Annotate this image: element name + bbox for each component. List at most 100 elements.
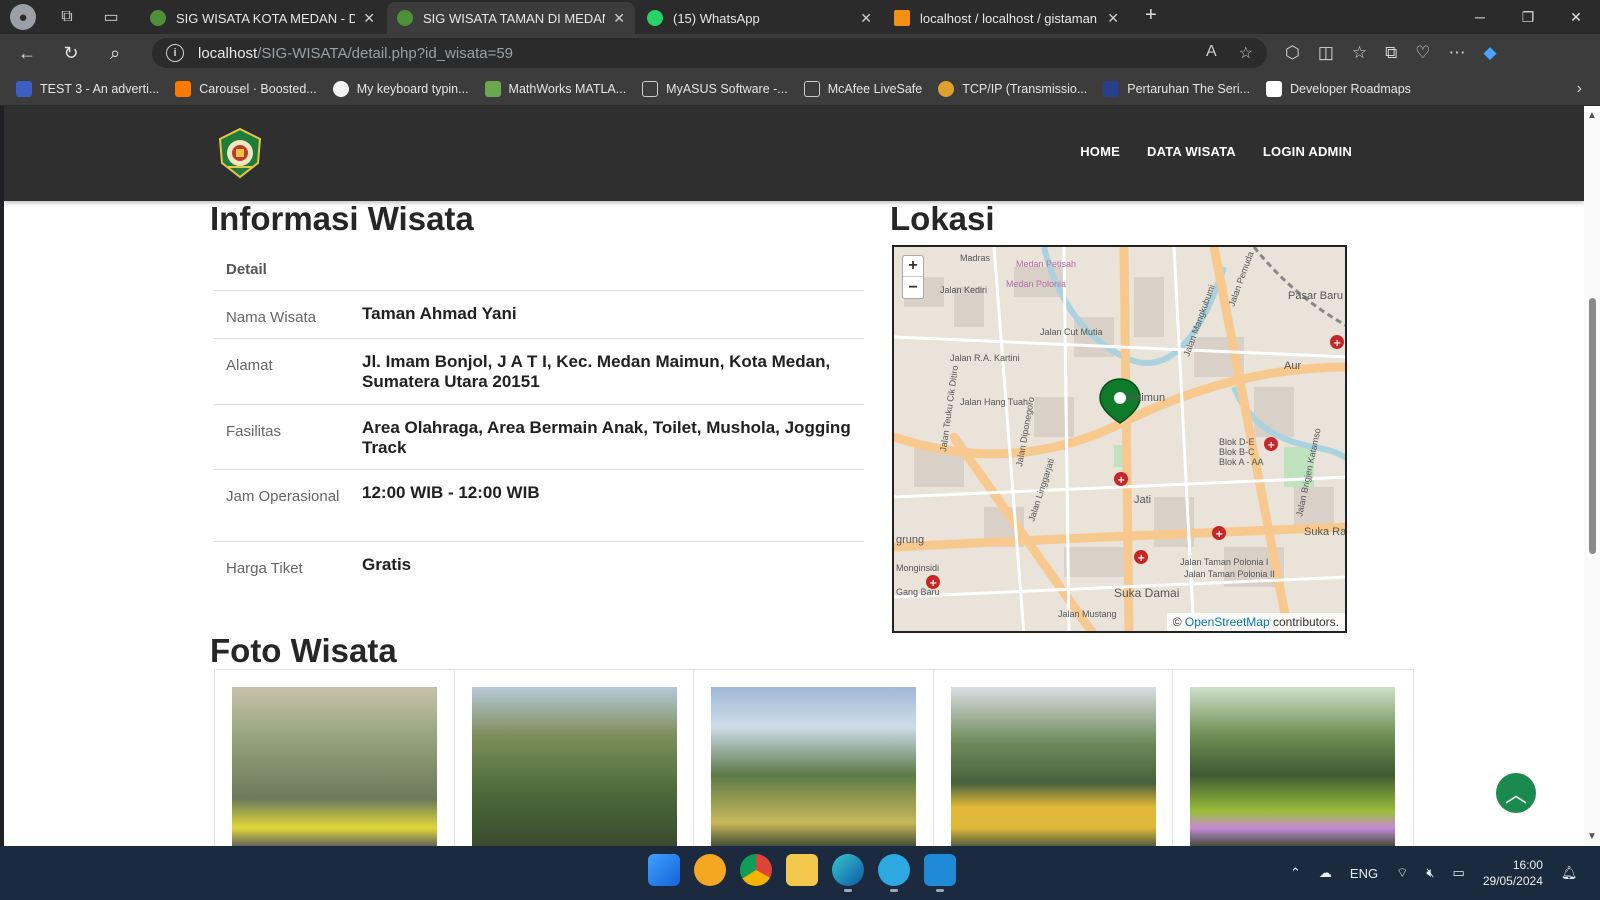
refresh-icon[interactable]: ↻: [54, 38, 88, 68]
bookmark-item[interactable]: Carousel · Boosted...: [175, 80, 317, 97]
photo-image[interactable]: [232, 687, 437, 846]
zoom-out-button[interactable]: −: [903, 277, 923, 298]
bookmark-item[interactable]: Developer Roadmaps: [1266, 80, 1411, 97]
copilot-app-icon[interactable]: [878, 854, 910, 892]
bookmark-label: Carousel · Boosted...: [199, 81, 317, 96]
language-indicator[interactable]: ENG: [1350, 866, 1378, 881]
copilot-icon[interactable]: ◆: [1484, 43, 1497, 63]
map-tiles[interactable]: + + + + + + Madras Jalan Kediri Jalan Cut Mu…: [894, 247, 1347, 633]
restore-icon[interactable]: ❐: [1504, 0, 1552, 34]
nav-login-admin-link[interactable]: LOGIN ADMIN: [1263, 144, 1352, 159]
vscode-icon[interactable]: [924, 854, 956, 892]
bookmark-icon: [175, 80, 192, 97]
bookmark-item[interactable]: TEST 3 - An adverti...: [16, 80, 159, 97]
back-to-top-button[interactable]: ︿: [1496, 773, 1536, 813]
favicon-icon: [397, 10, 413, 26]
favorite-star-icon[interactable]: ☆: [1239, 43, 1253, 63]
bookmark-item[interactable]: MathWorks MATLA...: [484, 80, 626, 97]
photo-image[interactable]: [471, 687, 677, 846]
site-header: HOME DATA WISATA LOGIN ADMIN: [4, 106, 1584, 201]
chevron-right-icon[interactable]: ›: [1577, 80, 1582, 98]
chevron-up-icon[interactable]: ⌃: [1290, 865, 1301, 881]
close-icon[interactable]: ✕: [613, 10, 625, 27]
search-icon[interactable]: ⌕: [98, 38, 132, 68]
map-label: Pasar Baru: [1288, 290, 1343, 302]
chrome-icon[interactable]: [740, 854, 772, 886]
address-bar[interactable]: i localhost/SIG-WISATA/detail.php?id_wis…: [152, 38, 1267, 68]
read-aloud-icon[interactable]: A: [1206, 43, 1217, 63]
edge-icon[interactable]: [832, 854, 864, 892]
nav-home-link[interactable]: HOME: [1080, 144, 1120, 159]
tab-whatsapp[interactable]: (15) WhatsApp ✕: [637, 2, 882, 34]
tab-detail[interactable]: SIG WISATA TAMAN DI MEDAN ✕: [387, 2, 635, 34]
table-header-row: Detail: [214, 243, 864, 291]
nav-data-wisata-link[interactable]: DATA WISATA: [1147, 144, 1236, 159]
running-indicator: [936, 889, 944, 892]
zoom-in-button[interactable]: +: [903, 256, 923, 277]
tab-actions-icon[interactable]: ▭: [98, 4, 124, 30]
photo-image[interactable]: [950, 687, 1156, 846]
volume-muted-icon[interactable]: 🔇︎: [1426, 865, 1434, 881]
page-viewport: HOME DATA WISATA LOGIN ADMIN Informasi W…: [4, 106, 1584, 846]
openstreetmap-link[interactable]: OpenStreetMap: [1185, 615, 1270, 629]
url-text[interactable]: localhost/SIG-WISATA/detail.php?id_wisat…: [198, 45, 513, 62]
table-row: Harga Tiket Gratis: [214, 542, 864, 598]
back-icon[interactable]: ←: [10, 38, 44, 68]
notification-bell-icon[interactable]: 🔔︎: [1561, 865, 1578, 881]
scroll-up-icon[interactable]: ▲: [1587, 110, 1597, 121]
bookmark-item[interactable]: MyASUS Software -...: [642, 80, 788, 97]
new-tab-icon[interactable]: +: [1145, 4, 1157, 27]
split-screen-icon[interactable]: ◫: [1318, 43, 1334, 63]
map-label: Jalan Kediri: [940, 285, 987, 295]
attribution-suffix: contributors.: [1272, 615, 1339, 629]
bookmark-item[interactable]: My keyboard typin...: [332, 80, 469, 97]
close-icon[interactable]: ✕: [860, 10, 872, 27]
bookmark-item[interactable]: McAfee LiveSafe: [803, 80, 922, 97]
widgets-icon[interactable]: [694, 854, 726, 886]
close-icon[interactable]: ✕: [1107, 10, 1119, 27]
url-host: localhost: [198, 44, 258, 62]
workspaces-icon[interactable]: ⧉: [54, 4, 80, 30]
scrollbar-thumb[interactable]: [1589, 298, 1596, 554]
site-info-icon[interactable]: i: [166, 44, 184, 62]
scroll-down-icon[interactable]: ▼: [1587, 831, 1597, 842]
photo-image[interactable]: [711, 687, 917, 846]
profile-icon[interactable]: ●: [10, 4, 36, 30]
taskbar-apps: [648, 854, 956, 892]
file-explorer-icon[interactable]: [786, 854, 818, 886]
row-label: Fasilitas: [226, 423, 282, 440]
svg-text:+: +: [1215, 529, 1223, 540]
photo-image[interactable]: [1190, 687, 1396, 846]
map-label: Suka Ra: [1304, 526, 1347, 538]
favorites-icon[interactable]: ☆: [1352, 43, 1367, 63]
svg-text:+: +: [1137, 553, 1145, 564]
extensions-icon[interactable]: ⬡: [1285, 43, 1300, 63]
clock[interactable]: 16:00 29/05/2024: [1483, 857, 1543, 889]
photo-card: [1173, 670, 1413, 846]
page-scrollbar[interactable]: ▲ ▼: [1584, 106, 1600, 846]
photos-title: Foto Wisata: [210, 632, 397, 669]
bookmark-label: My keyboard typin...: [356, 81, 469, 96]
map-label: Blok A - AA: [1219, 457, 1264, 467]
collections-icon[interactable]: ⧉: [1385, 43, 1397, 63]
battery-icon[interactable]: ▭: [1453, 865, 1465, 881]
whatsapp-icon: [647, 10, 663, 26]
minimize-icon[interactable]: ─: [1456, 0, 1504, 34]
location-map[interactable]: + + + + + + Madras Jalan Kediri Jalan Cut Mu…: [892, 245, 1347, 633]
map-label: Medan Petisah: [1016, 259, 1076, 269]
close-icon[interactable]: ✕: [363, 10, 375, 27]
tab-dashboard[interactable]: SIG WISATA KOTA MEDAN - Dasl ✕: [140, 2, 385, 34]
map-label: Madras: [960, 253, 991, 263]
browser-essentials-icon[interactable]: ♡: [1415, 43, 1430, 63]
close-window-icon[interactable]: ✕: [1552, 0, 1600, 34]
svg-text:+: +: [1267, 440, 1275, 451]
more-menu-icon[interactable]: ⋯: [1449, 43, 1466, 63]
tab-phpmyadmin[interactable]: localhost / localhost / gistaman | ✕: [884, 2, 1129, 34]
map-label: grung: [896, 534, 924, 546]
onedrive-icon[interactable]: ☁: [1319, 865, 1332, 881]
medan-emblem-logo[interactable]: [214, 127, 266, 179]
bookmark-item[interactable]: TCP/IP (Transmissio...: [938, 80, 1087, 97]
bookmark-item[interactable]: Pertaruhan The Seri...: [1103, 80, 1250, 97]
windows-start-icon[interactable]: [648, 854, 680, 886]
wifi-icon[interactable]: ⌔: [1396, 865, 1408, 881]
